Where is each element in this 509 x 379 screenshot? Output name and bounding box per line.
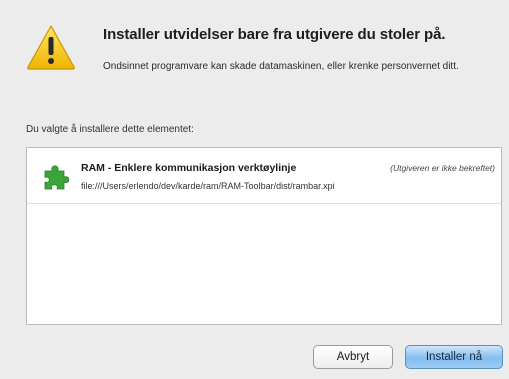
cancel-button[interactable]: Avbryt [313,345,393,369]
dialog-subtitle: Ondsinnet programvare kan skade datamask… [103,61,459,72]
list-label: Du valgte å installere dette elementet: [26,124,194,135]
warning-icon [27,25,75,70]
addon-name: RAM - Enklere kommunikasjon verktøylinje [81,162,297,174]
publisher-note: (Utgiveren er ikke bekreftet) [390,163,495,173]
dialog-title: Installer utvidelser bare fra utgivere d… [103,26,446,43]
addon-list[interactable]: RAM - Enklere kommunikasjon verktøylinje… [26,147,502,325]
install-now-button[interactable]: Installer nå [405,345,503,369]
install-addon-dialog: Installer utvidelser bare fra utgivere d… [0,0,509,379]
puzzle-piece-icon [44,165,70,190]
list-item[interactable]: RAM - Enklere kommunikasjon verktøylinje… [27,148,501,204]
addon-path: file:///Users/erlendo/dev/karde/ram/RAM-… [81,181,335,191]
